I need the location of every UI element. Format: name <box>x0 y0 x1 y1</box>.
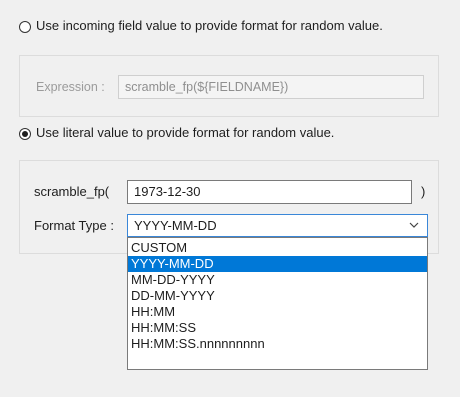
format-option[interactable]: MM-DD-YYYY <box>128 272 427 288</box>
format-option[interactable]: HH:MM:SS.nnnnnnnnn <box>128 336 427 352</box>
format-type-value: YYYY-MM-DD <box>134 218 217 233</box>
expression-value: scramble_fp(${FIELDNAME}) <box>125 80 289 94</box>
expression-field: scramble_fp(${FIELDNAME}) <box>118 75 424 99</box>
close-paren-label: ) <box>421 184 426 199</box>
literal-value-input[interactable]: 1973-12-30 <box>127 180 412 204</box>
radio-checked-icon <box>22 131 28 137</box>
literal-value-radio[interactable] <box>19 128 31 140</box>
format-type-dropdown-list[interactable]: CUSTOM YYYY-MM-DD MM-DD-YYYY DD-MM-YYYY HH:M… <box>127 237 428 370</box>
incoming-value-radio-label[interactable]: Use incoming field value to provide form… <box>36 18 383 33</box>
format-option[interactable]: CUSTOM <box>128 240 427 256</box>
format-type-combobox[interactable]: YYYY-MM-DD <box>127 214 428 237</box>
format-option[interactable]: DD-MM-YYYY <box>128 288 427 304</box>
literal-value-text: 1973-12-30 <box>134 184 201 199</box>
scramble-fp-label: scramble_fp( <box>34 184 110 199</box>
format-option[interactable]: HH:MM:SS <box>128 320 427 336</box>
format-option[interactable]: YYYY-MM-DD <box>128 256 427 272</box>
format-option[interactable]: HH:MM <box>128 304 427 320</box>
format-type-label: Format Type : <box>34 218 114 233</box>
incoming-value-radio[interactable] <box>19 21 31 33</box>
chevron-down-icon[interactable] <box>409 220 419 230</box>
literal-value-radio-label[interactable]: Use literal value to provide format for … <box>36 125 334 140</box>
expression-label: Expression : <box>36 80 105 94</box>
